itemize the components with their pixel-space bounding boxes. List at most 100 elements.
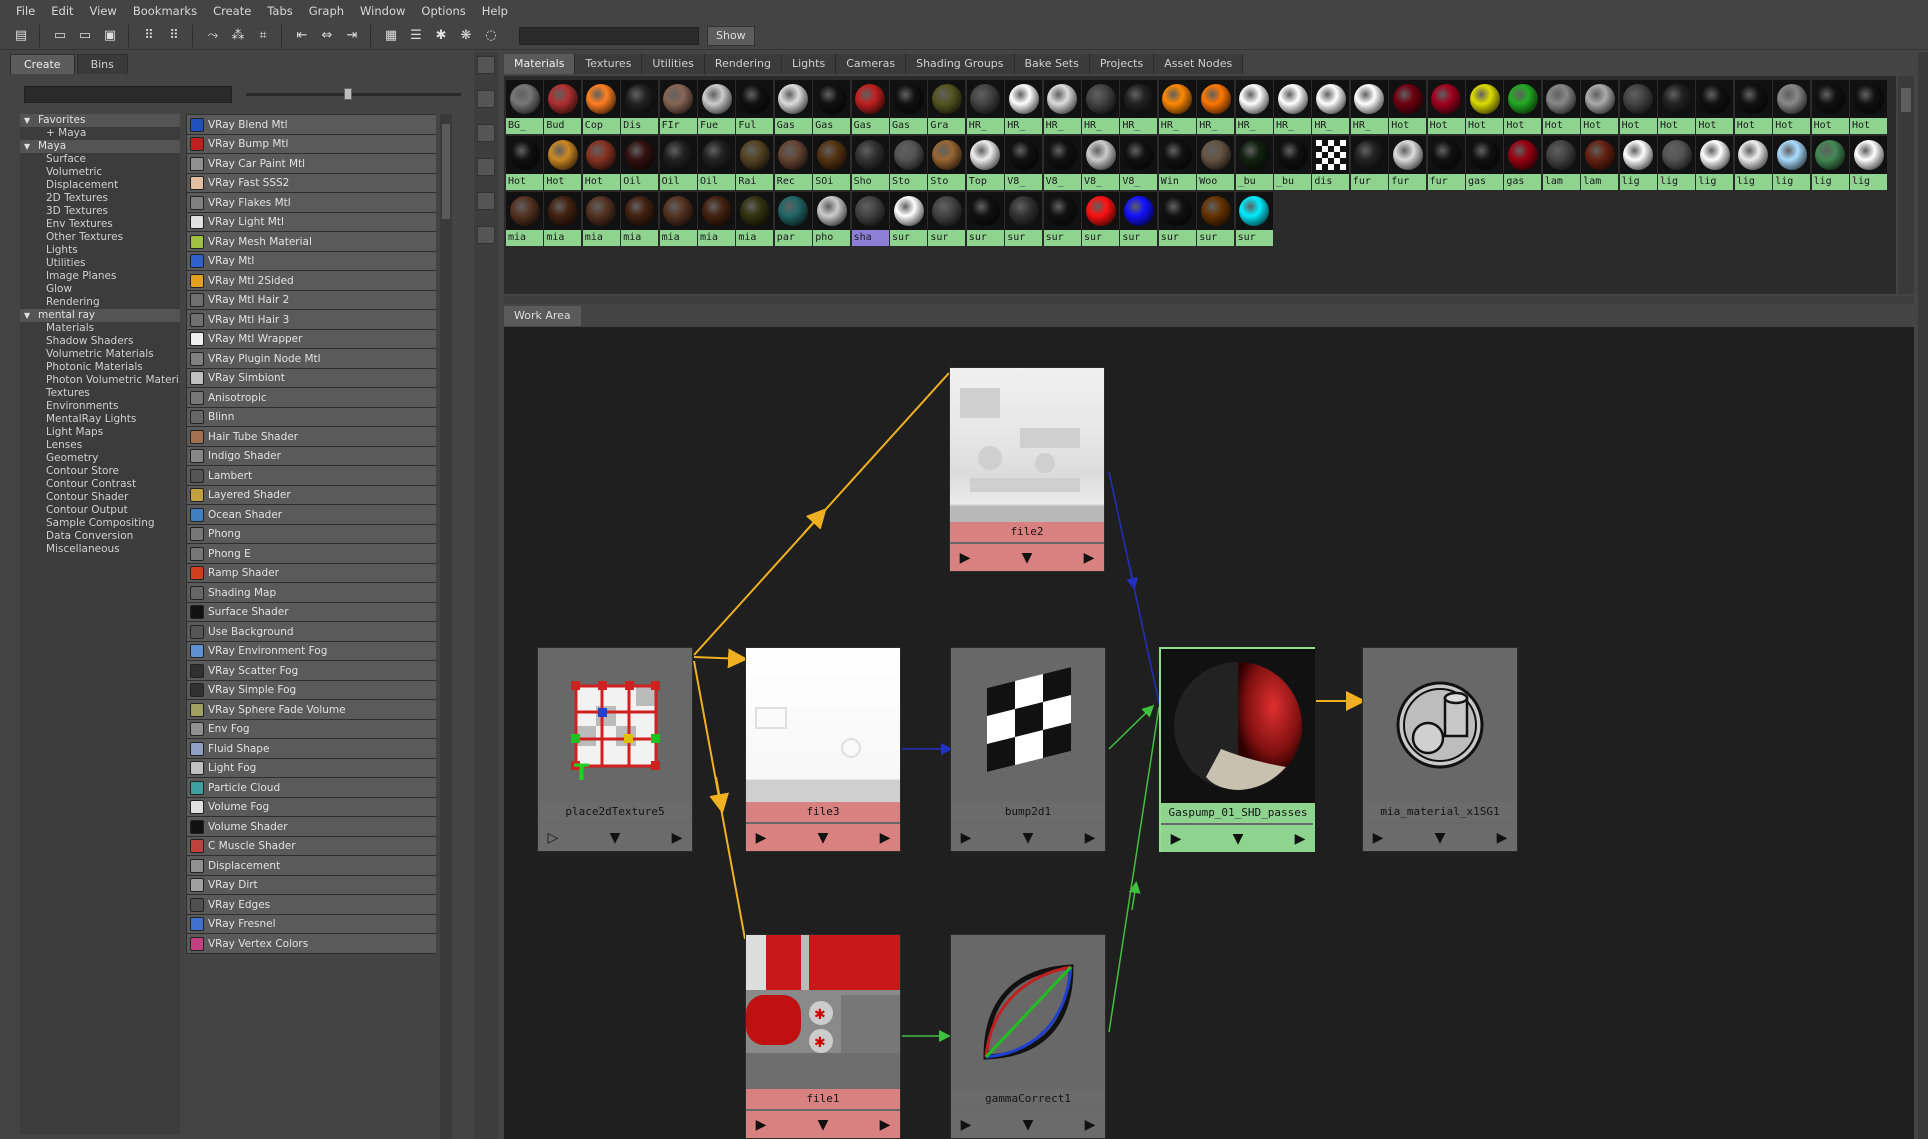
expand-icon[interactable]: ▼	[812, 1117, 834, 1133]
node-type-item[interactable]: Blinn	[186, 406, 436, 428]
render-icon[interactable]: ✱	[430, 25, 452, 47]
node-type-item[interactable]: Use Background	[186, 621, 436, 642]
expand-icon[interactable]: ▼	[1227, 831, 1249, 847]
tree-item[interactable]: 2D Textures	[20, 192, 180, 205]
node-shading-group[interactable]: mia_material_x1SG1 ▶ ▼ ▶	[1362, 647, 1518, 852]
node-type-item[interactable]: VRay Light Mtl	[186, 211, 436, 233]
node-type-item[interactable]: VRay Mtl Hair 2	[186, 289, 436, 311]
menu-bookmarks[interactable]: Bookmarks	[125, 0, 205, 22]
node-type-item[interactable]: VRay Mtl 2Sided	[186, 270, 436, 291]
expand-icon[interactable]: ▼	[1017, 1117, 1039, 1133]
work-area[interactable]: T place2dTexture5 ▷ ▼ ▶ file2 ▶ ▼ ▶ file3 ▶ ▼…	[504, 327, 1914, 1139]
small-swatch-icon[interactable]	[477, 192, 495, 210]
node-type-item[interactable]: Hair Tube Shader	[186, 426, 436, 447]
bottom-tabs-icon[interactable]: ▭	[74, 25, 96, 47]
material-swatch[interactable]: Gas	[851, 80, 889, 134]
material-swatch[interactable]: Ful	[736, 80, 774, 134]
tree-item[interactable]: Volumetric	[20, 166, 180, 179]
graph-input-icon[interactable]: ⠿	[138, 25, 160, 47]
grid-icon[interactable]	[477, 56, 495, 74]
material-swatch[interactable]: Hot	[1811, 80, 1849, 134]
material-swatch[interactable]: Hot	[582, 136, 620, 190]
material-swatch[interactable]: Sho	[851, 136, 889, 190]
output-port-icon[interactable]: ▶	[874, 830, 896, 846]
node-type-item[interactable]: VRay Mtl Hair 3	[186, 309, 436, 330]
material-swatch[interactable]: HR_	[1350, 80, 1388, 134]
node-type-item[interactable]: VRay Dirt	[186, 874, 436, 896]
material-swatch[interactable]: sur	[966, 192, 1004, 246]
tree-item[interactable]: Lenses	[20, 439, 180, 452]
both-tabs-icon[interactable]: ▣	[99, 25, 121, 47]
material-swatch[interactable]: Oil	[659, 136, 697, 190]
material-swatch[interactable]: Hot	[506, 136, 543, 190]
node-type-item[interactable]: Surface Shader	[186, 601, 436, 623]
material-swatch[interactable]: sha	[851, 192, 889, 246]
tab-asset-nodes[interactable]: Asset Nodes	[1154, 54, 1244, 74]
node-type-item[interactable]: Shading Map	[186, 582, 436, 603]
expand-icon[interactable]: ▼	[1016, 550, 1038, 566]
tab-cameras[interactable]: Cameras	[836, 54, 907, 74]
material-swatch[interactable]: sur	[890, 192, 927, 246]
material-swatch[interactable]: HR_	[1005, 80, 1043, 134]
output-port-icon[interactable]: ▶	[1491, 830, 1513, 846]
expand-arrow-icon[interactable]: ▼	[24, 114, 38, 127]
node-list-scrollbar[interactable]	[440, 114, 452, 1139]
tree-item[interactable]: Textures	[20, 387, 180, 400]
expand-icon[interactable]: ▼	[604, 830, 626, 846]
material-swatch[interactable]: sur	[928, 192, 966, 246]
node-type-item[interactable]: Fluid Shape	[186, 738, 436, 759]
material-swatch[interactable]: Top	[966, 136, 1004, 190]
node-type-item[interactable]: Light Fog	[186, 757, 436, 779]
node-type-item[interactable]: Volume Fog	[186, 796, 436, 818]
material-swatch[interactable]: Hot	[1773, 80, 1811, 134]
node-type-item[interactable]: VRay Fast SSS2	[186, 172, 436, 194]
material-swatch[interactable]: lig	[1773, 136, 1811, 190]
output-connections-icon[interactable]: ⇥	[341, 25, 363, 47]
node-type-item[interactable]: Indigo Shader	[186, 445, 436, 467]
material-swatch[interactable]: sur	[1120, 192, 1158, 246]
material-swatch[interactable]: V8_	[1082, 136, 1119, 190]
material-swatch[interactable]: Dis	[621, 80, 659, 134]
node-type-item[interactable]: VRay Fresnel	[186, 913, 436, 935]
menu-help[interactable]: Help	[474, 0, 516, 22]
node-type-item[interactable]: VRay Environment Fog	[186, 640, 436, 662]
expand-icon[interactable]: ▼	[812, 830, 834, 846]
tab-utilities[interactable]: Utilities	[642, 54, 705, 74]
node-type-item[interactable]: Ocean Shader	[186, 504, 436, 525]
graph-materials-icon[interactable]: ⤳	[202, 25, 224, 47]
tree-item[interactable]: Environments	[20, 400, 180, 413]
tree-item[interactable]: Displacement	[20, 179, 180, 192]
top-tabs-icon[interactable]: ▭	[49, 25, 71, 47]
node-type-item[interactable]: Layered Shader	[186, 484, 436, 506]
tree-item[interactable]: Other Textures	[20, 231, 180, 244]
tree-item[interactable]: Photon Volumetric Materi...	[20, 374, 180, 387]
tab-bins[interactable]: Bins	[76, 54, 128, 74]
material-swatch[interactable]: Hot	[1619, 80, 1657, 134]
node-file2[interactable]: file2 ▶ ▼ ▶	[949, 367, 1105, 572]
expand-arrow-icon[interactable]: ▼	[24, 140, 38, 153]
material-swatch[interactable]: lam	[1542, 136, 1580, 190]
material-swatch[interactable]: Bud	[544, 80, 582, 134]
material-swatch[interactable]: Win	[1158, 136, 1196, 190]
large-swatch-icon[interactable]	[477, 158, 495, 176]
expand-icon[interactable]: ▼	[1429, 830, 1451, 846]
material-swatch[interactable]: dis	[1312, 136, 1350, 190]
material-swatch[interactable]: mia	[736, 192, 774, 246]
material-swatch[interactable]: sur	[1043, 192, 1081, 246]
tree-item[interactable]: Glow	[20, 283, 180, 296]
material-swatch[interactable]: Gas	[890, 80, 927, 134]
output-port-icon[interactable]: ▶	[666, 830, 688, 846]
material-swatch[interactable]: Fue	[698, 80, 735, 134]
node-type-item[interactable]: Ramp Shader	[186, 562, 436, 584]
material-swatch[interactable]: Gra	[928, 80, 966, 134]
node-type-item[interactable]: VRay Simple Fog	[186, 679, 436, 701]
material-swatch[interactable]: FIr	[659, 80, 697, 134]
icon-size-slider-handle[interactable]	[344, 88, 352, 100]
pane-divider[interactable]	[504, 296, 1914, 304]
menu-edit[interactable]: Edit	[43, 0, 81, 22]
material-swatch[interactable]: lig	[1811, 136, 1849, 190]
sort-icon[interactable]	[477, 124, 495, 142]
node-type-item[interactable]: VRay Vertex Colors	[186, 933, 436, 954]
tab-rendering[interactable]: Rendering	[704, 54, 782, 74]
material-swatch[interactable]: Oil	[698, 136, 735, 190]
